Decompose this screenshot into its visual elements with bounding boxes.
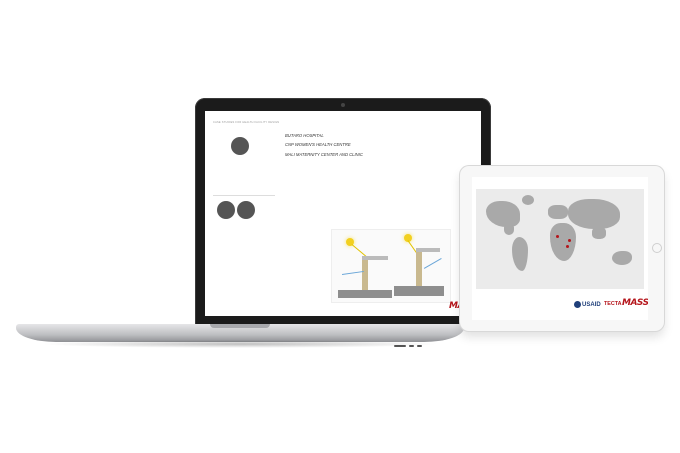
map-marker[interactable] — [556, 235, 559, 238]
nav-column-lower — [215, 223, 273, 225]
breadcrumb: CASE STUDIES FOR HEALTH FACILITY DESIGN — [213, 121, 280, 124]
map-marker[interactable] — [566, 245, 569, 248]
tablet-frame: USAID TECTA MASS — [460, 166, 664, 331]
map-region-south-asia[interactable] — [592, 227, 606, 239]
tecta-logo: TECTA — [604, 301, 622, 307]
map-region-central-america[interactable] — [504, 225, 514, 235]
category-circle-2[interactable] — [217, 201, 235, 219]
map-marker[interactable] — [568, 239, 571, 242]
laptop-shadow — [40, 340, 440, 348]
partner-logos: USAID TECTA MASS — [476, 293, 648, 317]
map-region-north-america[interactable] — [486, 201, 520, 227]
device-mockup-scene: CASE STUDIES FOR HEALTH FACILITY DESIGN — [0, 0, 680, 453]
laptop-screen: CASE STUDIES FOR HEALTH FACILITY DESIGN — [205, 111, 481, 316]
project-entry[interactable]: BUTARO HOSPITAL — [285, 133, 475, 138]
ventilation-section-diagram — [331, 229, 451, 303]
project-title[interactable]: CNP WOMEN'S HEALTH CENTRE — [285, 142, 475, 147]
main-content: BUTARO HOSPITAL CNP WOMEN'S HEALTH CENTR… — [285, 129, 475, 314]
roof-section — [416, 248, 440, 252]
usaid-logo: USAID — [574, 301, 601, 308]
roof-section — [362, 256, 388, 260]
ground-section — [394, 286, 444, 296]
map-region-greenland[interactable] — [522, 195, 534, 205]
sidebar-divider — [213, 195, 275, 196]
project-title[interactable]: MALI MATERNITY CENTER AND CLINIC — [285, 152, 475, 157]
camera-icon — [341, 103, 345, 107]
laptop-lid: CASE STUDIES FOR HEALTH FACILITY DESIGN — [195, 98, 491, 326]
nav-column-right — [257, 153, 279, 155]
map-region-europe[interactable] — [548, 205, 568, 219]
usaid-seal-icon — [574, 301, 581, 308]
map-region-africa[interactable] — [550, 223, 576, 261]
tablet-screen: USAID TECTA MASS — [472, 177, 648, 320]
mass-logo: MASS — [622, 298, 648, 308]
map-region-australia[interactable] — [612, 251, 632, 265]
project-entry[interactable]: CNP WOMEN'S HEALTH CENTRE — [285, 142, 475, 147]
map-region-asia[interactable] — [568, 199, 620, 229]
nav-column-left — [213, 159, 235, 161]
ground-section — [338, 290, 392, 298]
nav-column-mid — [235, 159, 257, 161]
home-button-icon[interactable] — [652, 243, 662, 253]
wall-section — [416, 252, 422, 286]
project-title[interactable]: BUTARO HOSPITAL — [285, 133, 475, 138]
category-circle-1[interactable] — [231, 137, 249, 155]
airflow-arrow — [341, 270, 364, 275]
map-region-south-america[interactable] — [512, 237, 528, 271]
trackpad-notch — [210, 324, 270, 328]
project-entry[interactable]: MALI MATERNITY CENTER AND CLINIC — [285, 152, 475, 157]
airflow-arrow — [423, 258, 442, 269]
sidebar — [209, 131, 281, 316]
category-circle-3[interactable] — [237, 201, 255, 219]
world-map[interactable] — [476, 189, 644, 289]
laptop-ports — [394, 334, 434, 347]
wall-section — [362, 260, 368, 290]
